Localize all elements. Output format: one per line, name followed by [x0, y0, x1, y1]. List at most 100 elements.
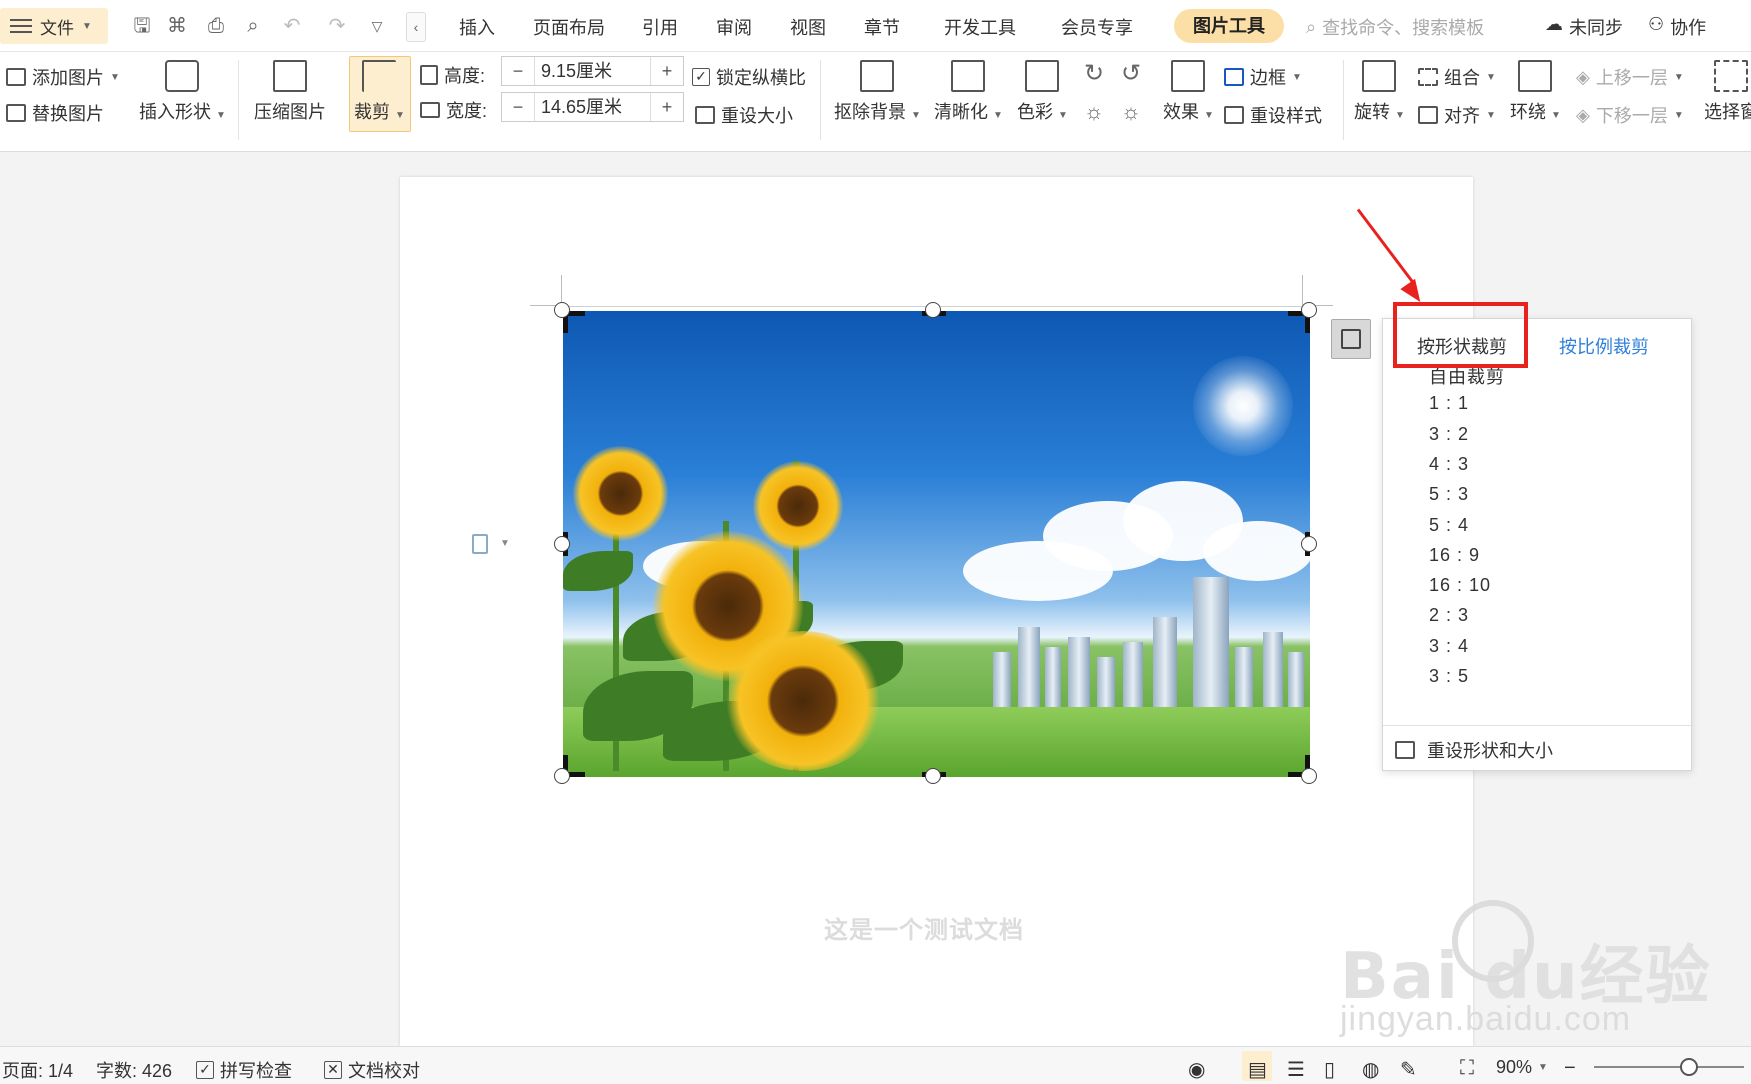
command-search[interactable]: ⌕ 查找命令、搜索模板 [1306, 14, 1484, 40]
brightness-up-icon[interactable]: ☼ [1082, 100, 1106, 124]
send-backward-button[interactable]: ◈ 下移一层 ▼ [1576, 102, 1684, 128]
ratio-option[interactable]: 3 : 5 [1429, 666, 1469, 682]
effects-label: 效果 [1163, 102, 1199, 122]
replace-picture-button[interactable]: 替换图片 [6, 100, 104, 126]
compress-picture-button[interactable]: 压缩图片 [254, 60, 326, 124]
resize-handle-top[interactable] [925, 302, 941, 318]
menu-insert[interactable]: 插入 [459, 14, 495, 40]
menu-review[interactable]: 审阅 [716, 14, 752, 40]
ratio-option[interactable]: 16 : 10 [1429, 575, 1491, 596]
menu-bar: 文件 ▼ 🖫 ⌘ ⎙ ⌕ ↶ ↷ ▽ ‹ 插入 页面布局 引用 审阅 视图 章节… [0, 0, 1751, 52]
zoom-slider-track[interactable] [1594, 1066, 1744, 1068]
resize-handle-top-right[interactable] [1301, 302, 1317, 318]
ratio-option[interactable]: 3 : 4 [1429, 636, 1469, 657]
ratio-option[interactable]: 2 : 3 [1429, 605, 1469, 626]
width-stepper[interactable]: − 14.65厘米 + [501, 92, 684, 122]
print-preview-icon[interactable]: ⌕ [241, 14, 265, 38]
undo-icon[interactable]: ↶ [280, 14, 304, 38]
resize-handle-bottom-right[interactable] [1301, 768, 1317, 784]
group-button[interactable]: 组合 ▼ [1418, 64, 1496, 90]
remove-background-button[interactable]: 抠除背景 ▼ [834, 60, 921, 124]
menu-page-layout[interactable]: 页面布局 [533, 14, 605, 40]
eye-protection-icon[interactable]: ◉ [1188, 1057, 1205, 1082]
height-input[interactable]: 9.15厘米 [534, 57, 651, 85]
resize-handle-bottom[interactable] [925, 768, 941, 784]
reading-view-icon[interactable]: ▯ [1324, 1057, 1335, 1082]
rotate-contrast-down-icon[interactable]: ↺ [1119, 62, 1143, 86]
reset-shape-size-button[interactable]: 重设形状和大小 [1395, 737, 1553, 763]
outline-view-icon[interactable]: ☰ [1287, 1057, 1305, 1082]
word-count[interactable]: 字数: 426 [96, 1057, 172, 1083]
web-view-icon[interactable]: ◍ [1362, 1057, 1379, 1082]
wrap-text-button[interactable]: 环绕 ▼ [1510, 60, 1561, 124]
tab-crop-by-ratio[interactable]: 按比例裁剪 [1559, 333, 1649, 359]
reset-size-button[interactable]: 重设大小 [695, 102, 793, 128]
spell-check-label: 拼写检查 [220, 1061, 292, 1081]
resize-handle-bottom-left[interactable] [554, 768, 570, 784]
save-icon[interactable]: 🖫 [130, 14, 154, 38]
spell-check-button[interactable]: ✓ 拼写检查 [196, 1057, 292, 1083]
menu-chapter[interactable]: 章节 [864, 14, 900, 40]
selection-pane-button[interactable]: 选择窗 [1704, 60, 1751, 124]
reset-style-icon [1224, 106, 1244, 124]
sync-status-button[interactable]: ☁ 未同步 [1545, 14, 1623, 40]
fit-page-icon[interactable]: ⛶ [1460, 1057, 1474, 1080]
rotate-contrast-up-icon[interactable]: ↻ [1082, 62, 1106, 86]
format-painter-icon[interactable]: ⌘ [165, 14, 189, 38]
rotate-button[interactable]: 旋转 ▼ [1354, 60, 1405, 124]
menu-references[interactable]: 引用 [642, 14, 678, 40]
pen-icon[interactable]: ✎ [1400, 1057, 1417, 1082]
status-bar: 页面: 1/4 字数: 426 ✓ 拼写检查 ✕ 文档校对 ◉ ▤ ☰ ▯ ◍ … [0, 1046, 1751, 1084]
effects-button[interactable]: 效果 ▼ [1163, 60, 1214, 124]
menu-developer[interactable]: 开发工具 [944, 14, 1016, 40]
border-button[interactable]: 边框 ▼ [1224, 64, 1302, 90]
document-proofread-button[interactable]: ✕ 文档校对 [324, 1057, 420, 1083]
redo-icon[interactable]: ↷ [325, 14, 349, 38]
ratio-option[interactable]: 5 : 3 [1429, 484, 1469, 505]
menu-member[interactable]: 会员专享 [1061, 14, 1133, 40]
insert-shape-button[interactable]: 插入形状 ▼ [139, 60, 226, 124]
width-input[interactable]: 14.65厘米 [534, 93, 651, 121]
resize-handle-right[interactable] [1301, 536, 1317, 552]
height-label: 高度: [444, 66, 486, 86]
sharpen-button[interactable]: 清晰化 ▼ [934, 60, 1003, 124]
print-icon[interactable]: ⎙ [204, 14, 228, 38]
chevron-down-icon[interactable]: ▼ [500, 538, 510, 549]
reset-style-button[interactable]: 重设样式 [1224, 102, 1322, 128]
page-view-icon[interactable]: ▤ [1248, 1057, 1267, 1082]
ratio-option[interactable]: 4 : 3 [1429, 454, 1469, 475]
align-button[interactable]: 对齐 ▼ [1418, 102, 1496, 128]
resize-handle-top-left[interactable] [554, 302, 570, 318]
ratio-option[interactable]: 1 : 1 [1429, 393, 1469, 414]
tab-picture-tools[interactable]: 图片工具 [1174, 9, 1284, 43]
file-menu-button[interactable]: 文件 ▼ [0, 8, 108, 44]
floating-crop-button[interactable] [1331, 319, 1371, 359]
add-picture-button[interactable]: 添加图片 ▼ [6, 64, 120, 90]
width-increment-button[interactable]: + [651, 97, 683, 118]
height-decrement-button[interactable]: − [502, 61, 534, 82]
building [1068, 637, 1090, 707]
collaborate-button[interactable]: ⚇ 协作 [1648, 14, 1706, 40]
menu-view[interactable]: 视图 [790, 14, 826, 40]
height-stepper[interactable]: − 9.15厘米 + [501, 56, 684, 86]
ratio-option[interactable]: 5 : 4 [1429, 515, 1469, 536]
layout-options-icon[interactable] [472, 534, 488, 554]
zoom-level-dropdown[interactable]: 90% ▼ [1496, 1057, 1548, 1078]
brightness-down-icon[interactable]: ☼ [1119, 100, 1143, 124]
customize-toolbar-icon[interactable]: ▽ [365, 14, 389, 38]
collapse-left-icon[interactable]: ‹ [406, 12, 426, 42]
zoom-slider-knob[interactable] [1680, 1058, 1698, 1076]
zoom-out-icon[interactable]: − [1564, 1057, 1576, 1080]
sunflower-city-photo[interactable] [563, 311, 1310, 777]
width-decrement-button[interactable]: − [502, 97, 534, 118]
crop-button[interactable]: 裁剪 ▼ [354, 60, 405, 124]
send-backward-label: 下移一层 [1595, 106, 1668, 126]
color-button[interactable]: 色彩 ▼ [1017, 60, 1068, 124]
height-increment-button[interactable]: + [651, 61, 683, 82]
ratio-option[interactable]: 16 : 9 [1429, 545, 1480, 566]
page-indicator[interactable]: 页面: 1/4 [2, 1057, 73, 1083]
ratio-option[interactable]: 3 : 2 [1429, 424, 1469, 445]
bring-forward-button[interactable]: ◈ 上移一层 ▼ [1576, 64, 1684, 90]
lock-aspect-ratio-checkbox[interactable]: ✓ 锁定纵横比 [692, 64, 806, 90]
resize-handle-left[interactable] [554, 536, 570, 552]
